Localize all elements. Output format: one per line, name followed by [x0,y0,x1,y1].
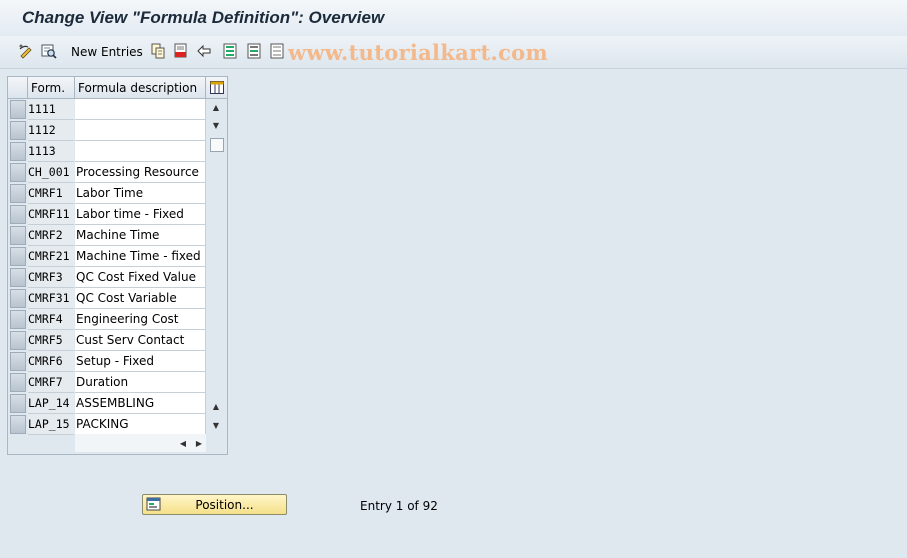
table-row[interactable]: 1113 [8,141,206,162]
select-all-rows-header[interactable] [8,77,28,99]
undo-icon[interactable] [196,43,212,59]
delete-icon[interactable] [173,43,189,59]
table-row[interactable]: CMRF21 Machine Time - fixed [8,246,206,267]
formula-description-cell[interactable]: Machine Time [75,225,206,246]
row-selector[interactable] [10,142,26,161]
row-selector[interactable] [10,100,26,119]
table-row[interactable]: CMRF11 Labor time - Fixed [8,204,206,225]
column-header-form-label: Form. [31,81,66,95]
formula-description-cell[interactable]: Processing Resource [75,162,206,183]
row-selector[interactable] [10,394,26,413]
formula-description-cell[interactable] [75,120,206,141]
formula-key-cell: CMRF11 [28,204,74,225]
formula-key-cell: CH_001 [28,162,74,183]
formula-description-cell[interactable]: QC Cost Variable [75,288,206,309]
table-row[interactable]: CMRF31 QC Cost Variable [8,288,206,309]
formula-key-cell: CMRF4 [28,309,74,330]
row-selector[interactable] [10,268,26,287]
table-row[interactable]: CMRF1 Labor Time [8,183,206,204]
position-button[interactable]: Position... [142,494,287,515]
row-selector[interactable] [10,205,26,224]
formula-key-cell: LAP_15 [28,414,74,435]
table-row[interactable]: CMRF4 Engineering Cost [8,309,206,330]
row-selector[interactable] [10,310,26,329]
formula-key-cell: CMRF3 [28,267,74,288]
entry-counter: Entry 1 of 92 [360,499,438,513]
table-row[interactable]: CMRF6 Setup - Fixed [8,351,206,372]
column-header-description[interactable]: Formula description [75,77,206,99]
scrollbar-thumb[interactable] [210,138,224,152]
watermark: www.tutorialkart.com [288,40,548,65]
details-icon[interactable] [41,43,57,59]
table-row[interactable]: 1111 [8,99,206,120]
formula-description-cell[interactable] [75,99,206,120]
table-row[interactable]: CMRF7 Duration [8,372,206,393]
horizontal-scrollbar[interactable]: ◀ ▶ [75,434,206,452]
formula-key-cell: CMRF6 [28,351,74,372]
formula-table: Form. Formula description 1111 1112 1113 CH… [7,76,228,455]
scroll-left-arrow-icon[interactable]: ◀ [176,436,190,450]
table-row[interactable]: LAP_14 ASSEMBLING [8,393,206,414]
position-button-label: Position... [195,498,254,512]
scroll-down-arrow-icon[interactable]: ▼ [208,117,224,133]
row-selector[interactable] [10,352,26,371]
select-all-icon[interactable] [222,43,238,59]
row-selector[interactable] [10,163,26,182]
formula-description-cell[interactable]: Labor Time [75,183,206,204]
row-selector[interactable] [10,289,26,308]
table-row[interactable]: CMRF2 Machine Time [8,225,206,246]
table-row[interactable]: CMRF3 QC Cost Fixed Value [8,267,206,288]
row-selector[interactable] [10,247,26,266]
deselect-all-icon[interactable] [269,43,285,59]
new-entries-button[interactable]: New Entries [71,45,143,59]
table-settings-icon [209,81,224,94]
formula-key-cell: CMRF31 [28,288,74,309]
column-header-form[interactable]: Form. [28,77,75,99]
formula-description-cell[interactable] [75,141,206,162]
column-header-description-label: Formula description [78,81,198,95]
page-title: Change View "Formula Definition": Overvi… [22,8,385,27]
formula-key-cell: LAP_14 [28,393,74,414]
formula-key-cell: CMRF5 [28,330,74,351]
formula-key-cell: 1112 [28,120,74,141]
formula-description-cell[interactable]: ASSEMBLING [75,393,206,414]
formula-description-cell[interactable]: Setup - Fixed [75,351,206,372]
row-selector[interactable] [10,373,26,392]
row-selector[interactable] [10,331,26,350]
row-selector[interactable] [10,226,26,245]
row-selector[interactable] [10,415,26,434]
table-row[interactable]: CMRF5 Cust Serv Contact [8,330,206,351]
change-display-icon[interactable] [18,43,34,59]
formula-key-cell: 1111 [28,99,74,120]
formula-description-cell[interactable]: Cust Serv Contact [75,330,206,351]
formula-description-cell[interactable]: PACKING [75,414,206,435]
table-row[interactable]: LAP_15 PACKING [8,414,206,435]
formula-key-cell: CMRF1 [28,183,74,204]
select-block-icon[interactable] [246,43,262,59]
title-bar: Change View "Formula Definition": Overvi… [0,0,907,36]
table-row[interactable]: 1112 [8,120,206,141]
table-row[interactable]: CH_001 Processing Resource [8,162,206,183]
formula-description-cell[interactable]: QC Cost Fixed Value [75,267,206,288]
formula-description-cell[interactable]: Duration [75,372,206,393]
formula-key-cell: CMRF21 [28,246,74,267]
row-selector[interactable] [10,184,26,203]
row-selector[interactable] [10,121,26,140]
vertical-scrollbar[interactable]: ▲ ▼ ▲ ▼ [208,98,226,434]
copy-icon[interactable] [150,43,166,59]
formula-description-cell[interactable]: Machine Time - fixed [75,246,206,267]
formula-key-cell: CMRF7 [28,372,74,393]
formula-key-cell: 1113 [28,141,74,162]
scroll-page-down-arrow-icon[interactable]: ▼ [208,417,224,433]
scroll-right-arrow-icon[interactable]: ▶ [192,436,206,450]
table-settings-button[interactable] [206,77,227,99]
formula-key-cell: CMRF2 [28,225,74,246]
scroll-up-arrow-icon[interactable]: ▲ [208,99,224,115]
scroll-page-up-arrow-icon[interactable]: ▲ [208,398,224,414]
formula-description-cell[interactable]: Labor time - Fixed [75,204,206,225]
formula-description-cell[interactable]: Engineering Cost [75,309,206,330]
